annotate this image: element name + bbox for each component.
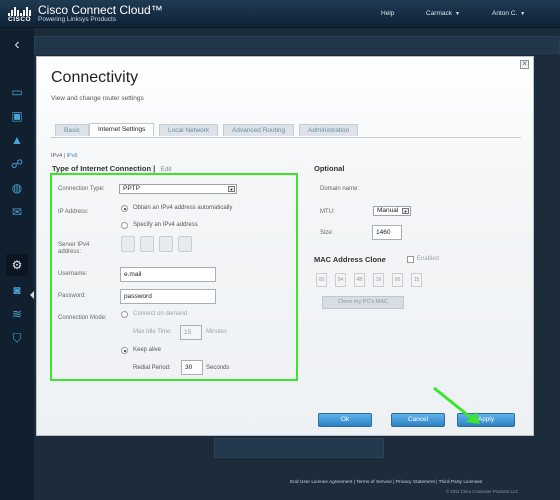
brand-name: CISCO <box>8 16 32 23</box>
mac-clone-enabled-label: Enabled <box>417 256 440 262</box>
chevron-down-icon: ▼ <box>402 208 409 214</box>
redial-period-input[interactable]: 30 <box>181 360 203 375</box>
server-ip-octet-1[interactable] <box>121 236 135 252</box>
radio-keep-alive[interactable] <box>121 347 128 354</box>
username-label: Username: <box>58 271 88 277</box>
seconds-label: Seconds <box>206 365 230 371</box>
mtu-size-input[interactable]: 1460 <box>372 225 402 240</box>
device-list-icon[interactable]: ▭ <box>6 81 28 103</box>
server-ip-label: Server IPv4 address: <box>58 242 90 255</box>
connection-mode-label: Connection Mode: <box>58 315 107 321</box>
connection-type-label: Connection Type: <box>58 186 105 192</box>
app-title: Cisco Connect Cloud™ <box>38 3 163 17</box>
password-label: Password: <box>58 293 87 299</box>
router-name: Carmack <box>426 10 453 17</box>
tab-basic[interactable]: Basic <box>55 124 89 136</box>
app-subtitle: Powering Linksys Products <box>38 16 117 23</box>
mac-octet-1[interactable]: 00 <box>316 273 327 287</box>
keep-alive-label: Keep alive <box>133 347 162 353</box>
router-menu[interactable]: Carmack ▼ <box>426 10 460 17</box>
connection-title-text: Type of Internet Connection <box>52 164 152 173</box>
help-link[interactable]: Help <box>381 10 394 17</box>
size-label: Size: <box>320 230 334 236</box>
back-arrow-icon[interactable]: ‹ <box>6 34 28 56</box>
ipv6-link[interactable]: IPv6 <box>67 153 78 159</box>
ok-button[interactable]: Ok <box>318 413 372 427</box>
radio-obtain-auto[interactable] <box>121 205 128 212</box>
obtain-auto-label: Obtain an IPv4 address automatically <box>133 205 233 211</box>
close-icon[interactable]: ✕ <box>520 60 529 69</box>
chevron-down-icon: ▼ <box>455 11 460 17</box>
parental-controls-icon[interactable]: ☍ <box>6 153 28 175</box>
connectivity-gear-icon[interactable]: ⚙ <box>6 254 28 276</box>
radio-connect-on-demand[interactable] <box>121 311 128 318</box>
mac-octet-2[interactable]: 04 <box>335 273 346 287</box>
tab-internet-settings[interactable]: Internet Settings <box>89 123 155 136</box>
ip-version-switch: IPv4 | IPv6 <box>51 153 78 159</box>
password-input[interactable]: password <box>120 289 216 304</box>
user-menu[interactable]: Anton C. ▼ <box>492 10 525 17</box>
optional-section-title: Optional <box>314 164 345 173</box>
mtu-label: MTU: <box>320 209 335 215</box>
connect-on-demand-label: Connect on demand <box>133 311 188 317</box>
annotation-arrow-icon <box>433 386 480 424</box>
copyright: © 2012 Cisco Consumer Products LLC <box>446 489 519 494</box>
chevron-down-icon: ▼ <box>520 11 526 17</box>
left-rail: ‹ ▭ ▣ ▲ ☍ ◍ ✉ ⚙ ◙ ≋ ⛉ <box>0 28 35 500</box>
username-input[interactable]: e.mail <box>120 267 216 282</box>
dialog-subtitle: View and change router settings <box>51 95 144 102</box>
redial-period-label: Redial Period: <box>133 365 171 371</box>
footer-links[interactable]: End User License Agreement | Terms of Se… <box>290 480 482 485</box>
ipv4-link[interactable]: IPv4 <box>51 153 62 159</box>
mac-octet-4[interactable]: 16 <box>373 273 384 287</box>
radio-specify-ip[interactable] <box>121 222 128 229</box>
dialog-title: Connectivity <box>51 69 139 86</box>
mac-octet-5[interactable]: 00 <box>392 273 403 287</box>
max-idle-label: Max Idle Time: <box>133 329 173 335</box>
mac-clone-title: MAC Address Clone <box>314 255 386 264</box>
wifi-icon[interactable]: ≋ <box>6 303 28 325</box>
mtu-select[interactable]: Manual ▼ <box>373 206 411 216</box>
shield-icon[interactable]: ⛉ <box>6 327 28 349</box>
mail-icon[interactable]: ✉ <box>6 201 28 223</box>
camera-icon[interactable]: ◙ <box>6 279 28 301</box>
chevron-down-icon: ▼ <box>228 186 235 192</box>
title-separator: | <box>153 164 156 173</box>
briefcase-icon[interactable]: ▣ <box>6 105 28 127</box>
server-ip-octet-3[interactable] <box>159 236 173 252</box>
mac-octet-6[interactable]: 15 <box>411 273 422 287</box>
globe-icon[interactable]: ◍ <box>6 177 28 199</box>
top-bar: CISCO Cisco Connect Cloud™ Powering Link… <box>0 0 560 28</box>
mac-clone-enabled-checkbox[interactable] <box>407 256 414 263</box>
specify-ip-label: Specify an IPv4 address <box>133 222 198 228</box>
connection-type-select[interactable]: PPTP ▼ <box>119 184 237 194</box>
max-idle-input[interactable]: 15 <box>180 325 202 340</box>
tab-local-network[interactable]: Local Network <box>159 124 219 136</box>
server-ip-octet-2[interactable] <box>140 236 154 252</box>
connection-type-value: PPTP <box>123 185 140 192</box>
edit-link[interactable]: Edit <box>160 166 171 173</box>
clone-mac-button[interactable]: Clone my PC's MAC <box>322 296 404 309</box>
domain-name-label: Domain name: <box>320 186 360 192</box>
minutes-label: Minutes <box>206 329 228 335</box>
mtu-value: Manual <box>377 207 399 214</box>
tab-administration[interactable]: Administration <box>299 124 359 136</box>
warning-icon[interactable]: ▲ <box>6 129 28 151</box>
mac-octet-3[interactable]: 4B <box>354 273 365 287</box>
ip-address-label: IP Address: <box>58 209 89 215</box>
tab-bar: Basic Internet Settings Local Network Ad… <box>51 123 521 137</box>
server-ip-octet-4[interactable] <box>178 236 192 252</box>
tab-advanced-routing[interactable]: Advanced Routing <box>223 124 295 136</box>
ip-version-separator: | <box>63 153 65 159</box>
connection-section-title: Type of Internet Connection | Edit <box>52 164 172 173</box>
user-name: Anton C. <box>492 10 518 17</box>
